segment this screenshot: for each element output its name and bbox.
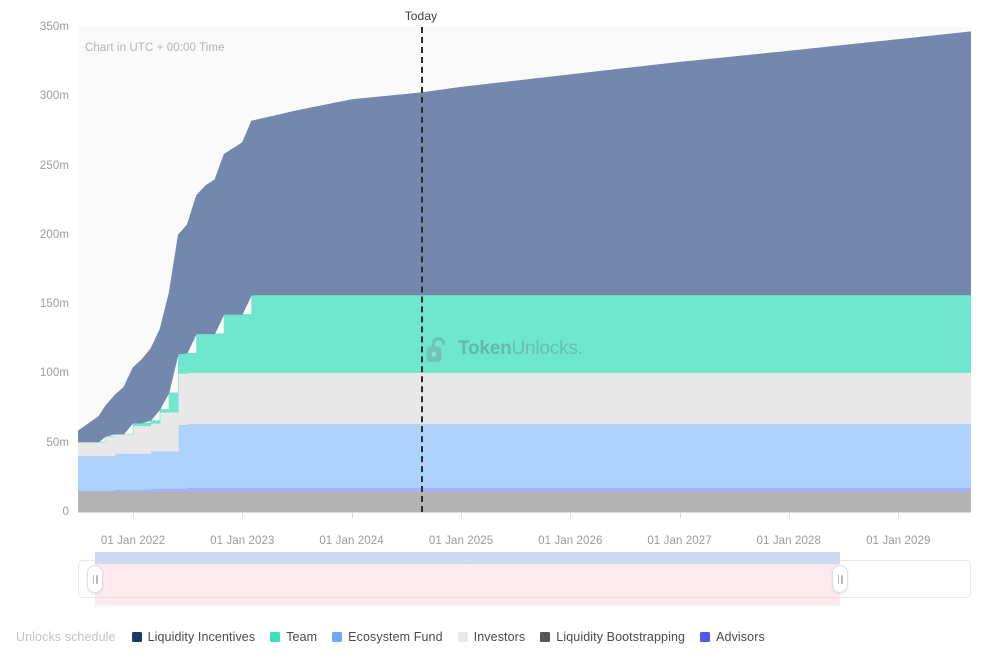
- grip-bar: [838, 575, 840, 584]
- navigator-series-strip[interactable]: ...: [95, 552, 840, 564]
- legend-item-label: Ecosystem Fund: [348, 630, 443, 644]
- x-axis-tick-label: 01 Jan 2027: [647, 535, 711, 547]
- area-band-liquidity-bootstrapping: [78, 491, 971, 512]
- x-axis-tick-mark: [789, 512, 790, 518]
- x-axis-tick-label: 01 Jan 2028: [757, 535, 821, 547]
- legend-item-label: Team: [286, 630, 317, 644]
- x-axis-tick-mark: [242, 512, 243, 518]
- x-axis-tick-label: 01 Jan 2025: [429, 535, 493, 547]
- y-axis-tick-label: 200m: [40, 229, 69, 241]
- legend-title: Unlocks schedule: [16, 630, 116, 644]
- grip-bar: [96, 575, 98, 584]
- x-axis-tick-label: 01 Jan 2023: [210, 535, 274, 547]
- legend-swatch: [332, 632, 342, 642]
- range-slider-handle-left[interactable]: [87, 565, 103, 593]
- legend-item-ecosystem-fund[interactable]: Ecosystem Fund: [332, 630, 443, 644]
- legend-item-team[interactable]: Team: [270, 630, 317, 644]
- legend-swatch: [540, 632, 550, 642]
- range-slider-handle-right[interactable]: [832, 565, 848, 593]
- legend-item-label: Investors: [474, 630, 526, 644]
- x-axis-tick-label: 01 Jan 2029: [866, 535, 930, 547]
- legend-swatch: [458, 632, 468, 642]
- legend-swatch: [700, 632, 710, 642]
- x-axis-tick-label: 01 Jan 2022: [101, 535, 165, 547]
- today-marker-label: Today: [405, 9, 438, 23]
- y-axis-tick-label: 0: [63, 506, 70, 518]
- x-axis-tick-mark: [898, 512, 899, 518]
- legend-item-label: Liquidity Incentives: [148, 630, 256, 644]
- legend-items: Liquidity Incentives Team Ecosystem Fund In…: [132, 630, 780, 644]
- grip-bar: [841, 575, 843, 584]
- x-axis-tick-mark: [352, 512, 353, 518]
- chart-page: Today 0 50m 100m 150m 200m 250m 300m 350m Chart…: [0, 0, 992, 661]
- y-axis-tick-label: 50m: [46, 437, 69, 449]
- x-axis-tick-label: 01 Jan 2026: [538, 535, 602, 547]
- y-axis-tick-label: 150m: [40, 298, 69, 310]
- x-axis-tick-mark: [570, 512, 571, 518]
- legend-item-liquidity-incentives[interactable]: Liquidity Incentives: [132, 630, 256, 644]
- utc-note: Chart in UTC + 00:00 Time: [85, 42, 225, 54]
- stacked-area-series: [78, 27, 971, 512]
- y-axis-tick-label: 350m: [40, 21, 69, 33]
- legend-item-label: Liquidity Bootstrapping: [556, 630, 685, 644]
- x-axis-tick-mark: [461, 512, 462, 518]
- legend-item-investors[interactable]: Investors: [458, 630, 526, 644]
- y-axis-tick-label: 100m: [40, 367, 69, 379]
- legend: Unlocks schedule Liquidity Incentives Tea…: [16, 630, 780, 644]
- legend-swatch: [270, 632, 280, 642]
- x-axis-tick-label: 01 Jan 2024: [319, 535, 383, 547]
- legend-item-label: Advisors: [716, 630, 765, 644]
- area-band-advisors: [78, 488, 971, 492]
- plot-area: [78, 27, 971, 512]
- legend-item-advisors[interactable]: Advisors: [700, 630, 765, 644]
- navigator-strip-label: ...: [95, 552, 840, 564]
- area-band-ecosystem-fund: [78, 424, 971, 491]
- x-axis-tick-mark: [680, 512, 681, 518]
- y-axis-tick-label: 300m: [40, 90, 69, 102]
- grip-bar: [93, 575, 95, 584]
- legend-swatch: [132, 632, 142, 642]
- legend-item-liquidity-bootstrapping[interactable]: Liquidity Bootstrapping: [540, 630, 685, 644]
- x-axis-tick-mark: [133, 512, 134, 518]
- y-axis-tick-label: 250m: [40, 160, 69, 172]
- today-marker-line: [421, 27, 423, 512]
- x-axis-line: [78, 512, 971, 513]
